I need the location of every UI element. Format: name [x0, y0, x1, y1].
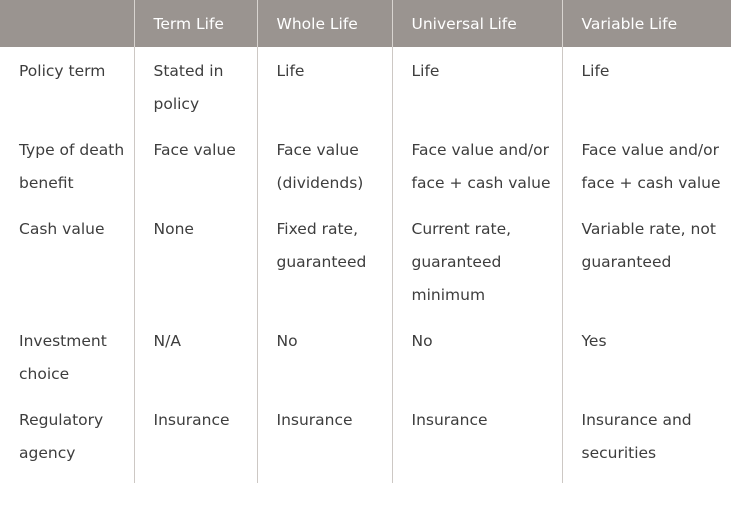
cell-variable-life: Variable rate, not guaranteed [561, 213, 731, 325]
cell-term-life: None [133, 213, 257, 325]
table-row: Cash value None Fixed rate, guaranteed Curr… [0, 213, 731, 325]
cell-term-life: Face value [133, 134, 257, 213]
header-whole-life: Whole Life [256, 0, 392, 47]
cell-universal-life: Current rate, guaranteed minimum [391, 213, 562, 325]
header-empty [0, 0, 134, 47]
table-row: Investment choice N/A No No Yes [0, 325, 731, 404]
cell-term-life: N/A [133, 325, 257, 404]
header-term-life: Term Life [133, 0, 257, 47]
header-row: Term Life Whole Life Universal Life Vari… [0, 0, 731, 47]
cell-whole-life: Face value (dividends) [256, 134, 392, 213]
table-row: Regulatory agency Insurance Insurance Insur… [0, 404, 731, 483]
cell-row-label: Investment choice [19, 332, 107, 383]
cell-row-label: Cash value [19, 220, 105, 238]
table-row: Policy term Stated in policy Life Life Life [0, 47, 731, 134]
cell-variable-life: Life [561, 47, 731, 134]
cell-term-life: Insurance [133, 404, 257, 483]
cell-variable-life: Face value and/or face + cash value [561, 134, 731, 213]
cell-universal-life: Insurance [391, 404, 562, 483]
cell-universal-life: Life [391, 47, 562, 134]
cell-term-life: Stated in policy [133, 47, 257, 134]
cell-variable-life: Yes [561, 325, 731, 404]
cell-whole-life: Insurance [256, 404, 392, 483]
cell-variable-life: Insurance and securities [561, 404, 731, 483]
header-variable-life: Variable Life [561, 0, 731, 47]
header-universal-life: Universal Life [391, 0, 562, 47]
cell-row-label: Type of death benefit [19, 141, 125, 192]
cell-universal-life: No [391, 325, 562, 404]
cell-row-label: Regulatory agency [19, 411, 104, 462]
cell-universal-life: Face value and/or face + cash value [391, 134, 562, 213]
table-row: Type of death benefit Face value Face valu… [0, 134, 731, 213]
life-insurance-comparison-table: Term Life Whole Life Universal Life Vari… [0, 0, 731, 483]
cell-whole-life: Life [256, 47, 392, 134]
cell-row-label: Policy term [19, 62, 106, 80]
cell-whole-life: No [256, 325, 392, 404]
cell-whole-life: Fixed rate, guaranteed [256, 213, 392, 325]
